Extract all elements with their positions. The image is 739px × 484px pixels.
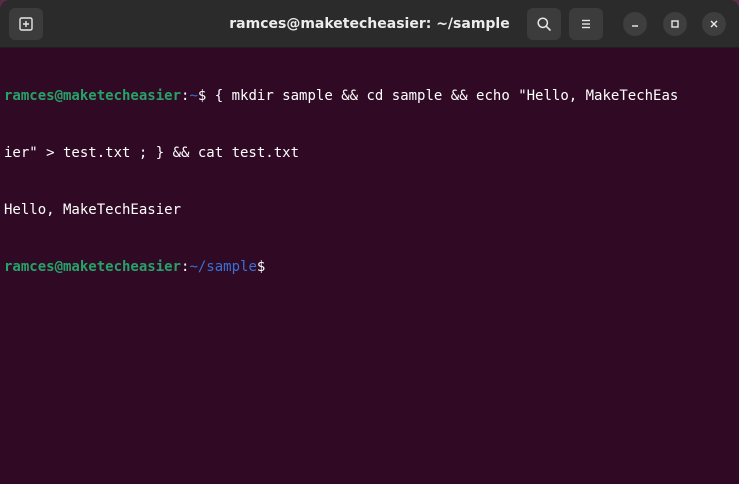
search-icon xyxy=(537,17,551,31)
menu-button[interactable] xyxy=(569,8,603,40)
terminal-window: ramces@maketecheasier: ~/sample ramces@m… xyxy=(0,0,739,484)
title-bar[interactable]: ramces@maketecheasier: ~/sample xyxy=(0,0,739,48)
close-icon xyxy=(710,20,718,28)
prompt-user-host: ramces@maketecheasier xyxy=(4,259,182,275)
terminal-output[interactable]: ramces@maketecheasier:~$ { mkdir sample … xyxy=(4,49,735,315)
new-tab-button[interactable] xyxy=(9,8,43,40)
prompt-path: ~/sample xyxy=(189,259,257,275)
close-button[interactable] xyxy=(702,12,726,36)
new-tab-icon xyxy=(19,17,33,31)
minimize-icon xyxy=(632,25,638,27)
search-button[interactable] xyxy=(527,8,561,40)
maximize-button[interactable] xyxy=(663,12,687,36)
prompt-user-host: ramces@maketecheasier xyxy=(4,88,182,104)
prompt-symbol: $ xyxy=(256,259,266,275)
hamburger-menu-icon xyxy=(582,19,590,29)
minimize-button[interactable] xyxy=(623,12,647,36)
command-text: { mkdir sample && cd sample && echo "Hel… xyxy=(206,88,679,104)
terminal-line: ramces@maketecheasier:~$ { mkdir sample … xyxy=(4,87,735,106)
maximize-icon xyxy=(671,20,679,28)
terminal-line: Hello, MakeTechEasier xyxy=(4,202,182,218)
terminal-line: ramces@maketecheasier:~/sample$ xyxy=(4,258,735,277)
terminal-line: ier" > test.txt ; } && cat test.txt xyxy=(4,145,300,161)
prompt-path: ~ xyxy=(189,88,198,104)
